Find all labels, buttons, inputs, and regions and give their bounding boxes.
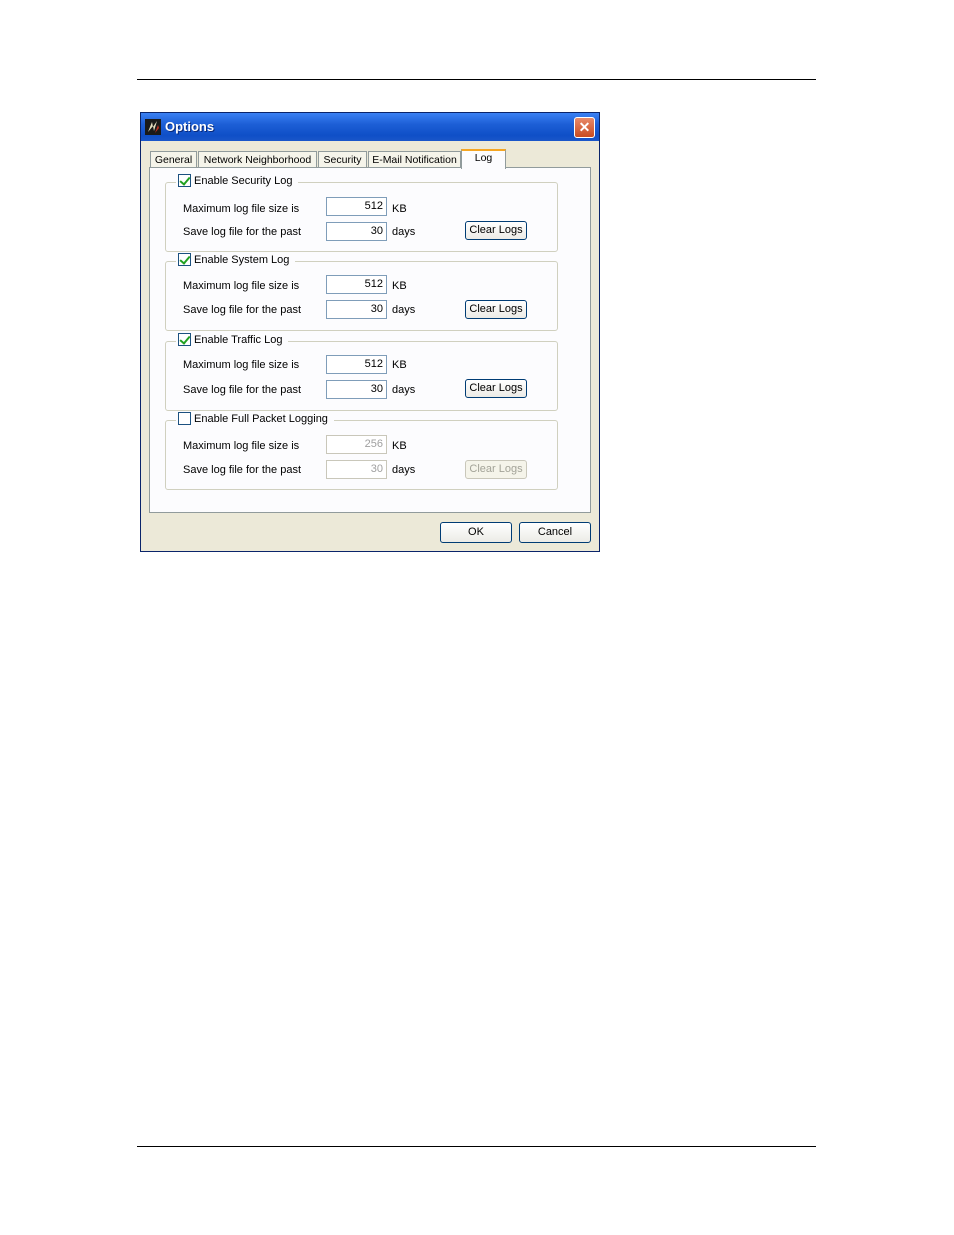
system-log-checkbox[interactable] (178, 253, 191, 266)
page-footer-rule (137, 1146, 816, 1147)
log-tab-panel: Enable Security Log Maximum log file siz… (149, 167, 591, 513)
save-days-label: Save log file for the past (183, 226, 302, 238)
clear-system-logs-button[interactable]: Clear Logs (465, 300, 527, 319)
close-icon: ✕ (578, 119, 591, 135)
full-packet-logging-label: Enable Full Packet Logging (194, 412, 328, 425)
security-max-size-input[interactable]: 512 (326, 197, 387, 216)
clear-traffic-logs-button[interactable]: Clear Logs (465, 379, 527, 398)
max-size-label: Maximum log file size is (183, 280, 300, 292)
system-log-label: Enable System Log (194, 253, 290, 266)
full-packet-max-size-input[interactable]: 256 (326, 435, 387, 454)
max-size-label: Maximum log file size is (183, 203, 300, 215)
options-dialog: Options ✕ General Network Neighborhood S… (140, 112, 600, 552)
traffic-max-size-input[interactable]: 512 (326, 355, 387, 374)
security-log-checkbox[interactable] (178, 174, 191, 187)
traffic-log-checkbox[interactable] (178, 333, 191, 346)
save-days-label: Save log file for the past (183, 304, 302, 316)
ok-button[interactable]: OK (440, 522, 512, 543)
title-bar[interactable]: Options ✕ (141, 113, 599, 141)
full-packet-days-input[interactable]: 30 (326, 460, 387, 479)
traffic-log-label: Enable Traffic Log (194, 333, 283, 346)
max-size-label: Maximum log file size is (183, 440, 300, 452)
size-unit: KB (392, 203, 407, 215)
dialog-title: Options (165, 119, 215, 134)
system-log-toggle[interactable]: Enable System Log (176, 253, 296, 266)
days-unit: days (392, 226, 416, 238)
full-packet-logging-toggle[interactable]: Enable Full Packet Logging (176, 412, 334, 425)
system-max-size-input[interactable]: 512 (326, 275, 387, 294)
traffic-days-input[interactable]: 30 (326, 380, 387, 399)
tab-network-neighborhood[interactable]: Network Neighborhood (198, 151, 317, 168)
security-log-group: Enable Security Log Maximum log file siz… (165, 174, 558, 252)
tab-security[interactable]: Security (318, 151, 367, 168)
firewall-app-icon (145, 119, 161, 135)
cancel-button[interactable]: Cancel (519, 522, 591, 543)
security-days-input[interactable]: 30 (326, 222, 387, 241)
max-size-label: Maximum log file size is (183, 359, 300, 371)
save-days-label: Save log file for the past (183, 384, 302, 396)
page-header-rule (137, 79, 816, 80)
days-unit: days (392, 304, 416, 316)
tab-general[interactable]: General (150, 151, 197, 168)
save-days-label: Save log file for the past (183, 464, 302, 476)
traffic-log-group: Enable Traffic Log Maximum log file size… (165, 333, 558, 411)
clear-security-logs-button[interactable]: Clear Logs (465, 221, 527, 240)
size-unit: KB (392, 280, 407, 292)
security-log-toggle[interactable]: Enable Security Log (176, 174, 299, 187)
size-unit: KB (392, 440, 407, 452)
clear-full-packet-logs-button[interactable]: Clear Logs (465, 460, 527, 479)
close-button[interactable]: ✕ (574, 117, 595, 138)
system-log-group: Enable System Log Maximum log file size … (165, 253, 558, 331)
tab-email-notification[interactable]: E-Mail Notification (368, 151, 461, 168)
traffic-log-toggle[interactable]: Enable Traffic Log (176, 333, 289, 346)
full-packet-logging-checkbox[interactable] (178, 412, 191, 425)
full-packet-logging-group: Enable Full Packet Logging Maximum log f… (165, 412, 558, 490)
days-unit: days (392, 464, 416, 476)
size-unit: KB (392, 359, 407, 371)
security-log-label: Enable Security Log (194, 174, 293, 187)
tab-log[interactable]: Log (461, 149, 506, 169)
system-days-input[interactable]: 30 (326, 300, 387, 319)
days-unit: days (392, 384, 416, 396)
